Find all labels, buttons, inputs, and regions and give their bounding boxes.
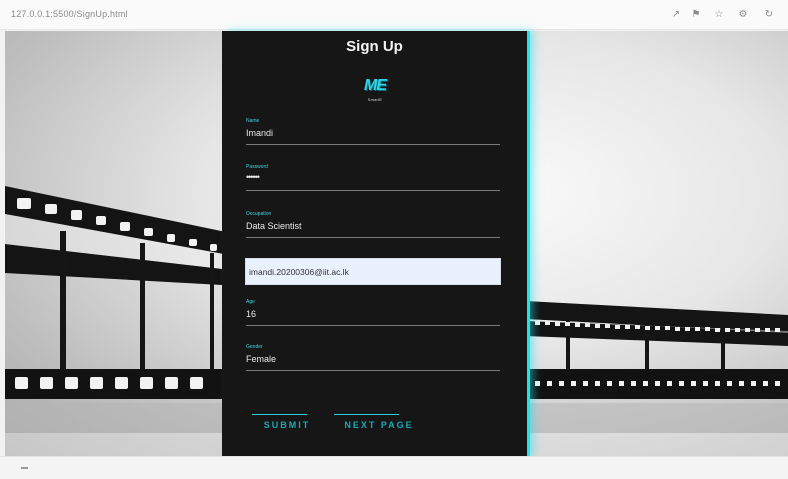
password-label: Password bbox=[246, 164, 268, 170]
share-icon[interactable]: ↗ bbox=[669, 8, 683, 22]
refresh-icon[interactable]: ↻ bbox=[762, 8, 776, 22]
field-underline bbox=[246, 370, 500, 371]
submit-button-label: SUBMIT bbox=[263, 420, 311, 430]
button-accent-bar bbox=[252, 414, 307, 415]
app-logo: ME SmartE bbox=[363, 77, 387, 105]
name-label: Name bbox=[246, 118, 260, 124]
status-bar bbox=[0, 456, 788, 479]
field-underline bbox=[246, 144, 500, 145]
gender-label: Gender bbox=[246, 344, 263, 350]
address-bar[interactable]: 127.0.0.1:5500/SignUp.html bbox=[11, 9, 128, 19]
gender-input[interactable]: Female bbox=[246, 354, 276, 364]
email-input[interactable]: imandi.20200306@iit.ac.lk bbox=[249, 267, 349, 277]
age-label: Age bbox=[246, 299, 255, 305]
logo-mark: ME bbox=[364, 77, 387, 94]
occupation-label: Occupation bbox=[246, 211, 272, 217]
logo-caption: SmartE bbox=[367, 97, 383, 102]
minimize-icon[interactable] bbox=[21, 467, 28, 469]
field-underline bbox=[246, 325, 500, 326]
browser-toolbar: 127.0.0.1:5500/SignUp.html ↗ ⚑ ☆ ⚙ ↻ bbox=[0, 0, 788, 30]
button-accent-bar bbox=[334, 414, 399, 415]
name-input[interactable]: Imandi bbox=[246, 128, 273, 138]
field-underline bbox=[246, 237, 500, 238]
submit-button[interactable]: SUBMIT bbox=[252, 414, 322, 436]
next-page-button[interactable]: NEXT PAGE bbox=[334, 414, 424, 436]
page-title: Sign Up bbox=[346, 38, 403, 55]
next-page-button-label: NEXT PAGE bbox=[344, 420, 414, 430]
bookmark-icon[interactable]: ☆ bbox=[712, 8, 726, 22]
field-underline bbox=[246, 190, 500, 191]
password-input[interactable]: •••••• bbox=[246, 172, 260, 182]
settings-icon[interactable]: ⚙ bbox=[736, 8, 750, 22]
signup-card: Sign Up ME SmartE Name Imandi Password •… bbox=[222, 31, 527, 456]
occupation-input[interactable]: Data Scientist bbox=[246, 221, 302, 231]
age-input[interactable]: 16 bbox=[246, 309, 256, 319]
email-field[interactable]: imandi.20200306@iit.ac.lk bbox=[245, 258, 501, 285]
extension-icon[interactable]: ⚑ bbox=[689, 8, 703, 22]
